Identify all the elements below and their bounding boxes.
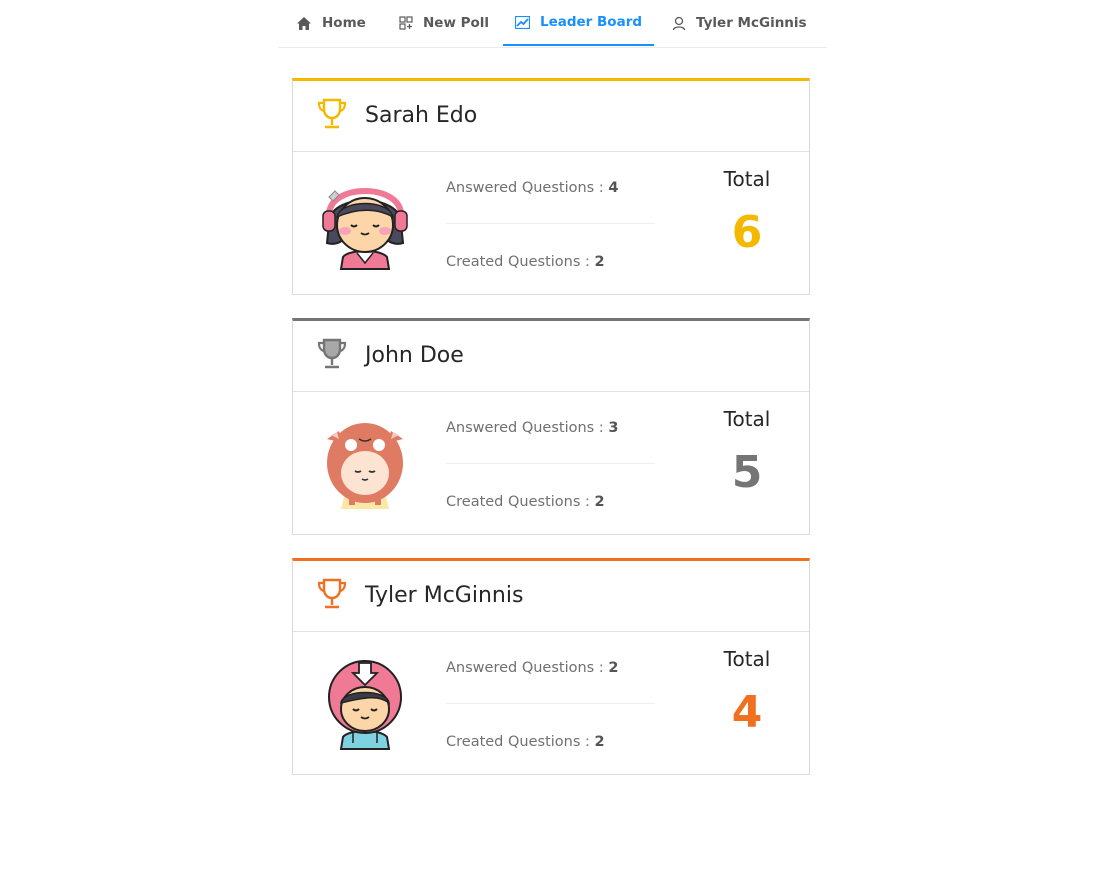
player-name: John Doe <box>365 343 464 368</box>
trophy-silver-icon <box>317 338 347 369</box>
created-count: 2 <box>594 494 605 510</box>
card-header: Tyler McGinnis <box>293 561 809 632</box>
answered-questions: Answered Questions : 2 <box>446 660 618 676</box>
total-label: Total <box>723 407 771 431</box>
stat-divider <box>446 463 655 464</box>
total-score: 6 <box>731 207 763 258</box>
stat-divider <box>446 703 655 704</box>
nav-home-label: Home <box>322 15 366 31</box>
nav-home[interactable]: Home <box>296 0 366 46</box>
new-poll-icon <box>399 16 413 30</box>
answered-count: 2 <box>608 660 619 676</box>
nav-user[interactable]: Tyler McGinnis <box>672 0 807 46</box>
created-questions: Created Questions : 2 <box>446 734 605 750</box>
answered-questions: Answered Questions : 4 <box>446 180 618 196</box>
nav-leader-board[interactable]: Leader Board <box>503 0 654 46</box>
trophy-bronze-icon <box>317 578 347 609</box>
total-score: 4 <box>731 687 763 738</box>
home-icon <box>297 16 311 30</box>
cow-costume-avatar <box>327 423 403 509</box>
answered-label: Answered Questions : <box>446 660 609 676</box>
card-header: Sarah Edo <box>293 81 809 152</box>
nav-new-poll[interactable]: New Poll <box>399 0 489 46</box>
boy-download-hood-avatar <box>328 660 402 750</box>
leaderboard-card: Tyler McGinnis Answered Questions : 2 Cr… <box>292 558 810 775</box>
stat-divider <box>446 223 655 224</box>
leaderboard-card: John Doe Answered Questions : 3 Created … <box>292 318 810 535</box>
created-questions: Created Questions : 2 <box>446 494 605 510</box>
created-count: 2 <box>594 254 605 270</box>
answered-count: 3 <box>608 420 619 436</box>
trophy-gold-icon <box>317 98 347 129</box>
total-label: Total <box>723 647 771 671</box>
player-name: Tyler McGinnis <box>365 583 524 608</box>
created-label: Created Questions : <box>446 254 595 270</box>
nav-leader-board-label: Leader Board <box>539 14 643 30</box>
nav-user-label: Tyler McGinnis <box>696 15 807 31</box>
total-label: Total <box>723 167 771 191</box>
player-name: Sarah Edo <box>365 103 478 128</box>
created-label: Created Questions : <box>446 734 595 750</box>
line-chart-icon <box>514 15 530 29</box>
user-icon <box>672 16 686 30</box>
answered-label: Answered Questions : <box>446 180 609 196</box>
nav-new-poll-label: New Poll <box>423 15 490 31</box>
card-header: John Doe <box>293 321 809 392</box>
leaderboard-card: Sarah Edo Answered Questions : 4 Created… <box>292 78 810 295</box>
answered-questions: Answered Questions : 3 <box>446 420 618 436</box>
girl-headphones-avatar <box>322 188 408 270</box>
answered-count: 4 <box>608 180 619 196</box>
total-score: 5 <box>731 447 763 498</box>
created-count: 2 <box>594 734 605 750</box>
answered-label: Answered Questions : <box>446 420 609 436</box>
top-nav: Home New Poll Leader Board Tyler McGinni… <box>278 0 827 48</box>
created-questions: Created Questions : 2 <box>446 254 605 270</box>
created-label: Created Questions : <box>446 494 595 510</box>
